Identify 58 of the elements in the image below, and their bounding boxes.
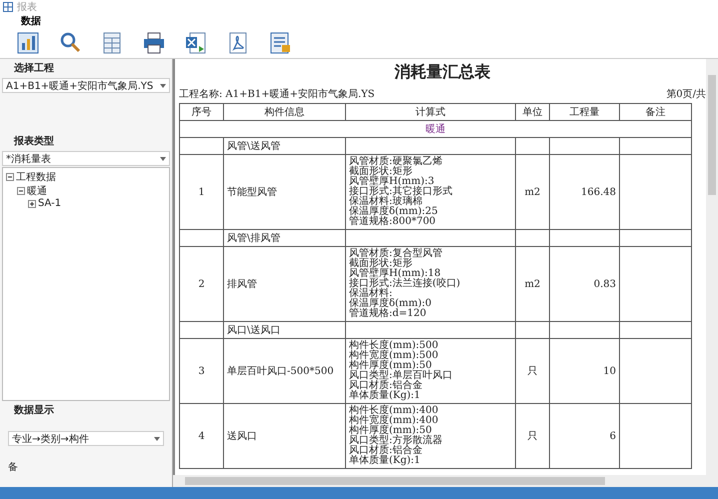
chart-icon[interactable] — [16, 31, 40, 55]
table-cell: m2 — [516, 246, 550, 322]
column-header: 工程量 — [550, 104, 620, 120]
page-info: 第0页/共 — [666, 88, 706, 101]
table-cell: 节能型风管 — [224, 154, 346, 230]
note-text: 备 — [7, 461, 19, 475]
table-cell: 3 — [180, 338, 224, 404]
table-cell: 1 — [180, 154, 224, 230]
section-header: 选择工程 — [13, 62, 55, 76]
table-cell: 6 — [550, 404, 620, 468]
table-cell: 排风管 — [224, 246, 346, 322]
horizontal-scrollbar[interactable] — [173, 475, 718, 487]
table-cell: 构件长度(mm):500 构件宽度(mm):500 构件厚度(mm):50 风口类型:单层百叶风口 风口材质:铝合金 单体质量(Kg):1 — [346, 338, 516, 404]
table-cell: 4 — [180, 404, 224, 468]
table-cell: 只 — [516, 404, 550, 468]
ribbon-tab[interactable]: 数据 — [18, 14, 44, 28]
table-cell: 送风口 — [224, 404, 346, 468]
table-cell: 风口\送风口 — [224, 322, 346, 338]
table-cell: m2 — [516, 154, 550, 230]
tree-item[interactable]: 暖通 — [27, 184, 47, 198]
expand-icon[interactable] — [28, 200, 36, 208]
section-header: 数据显示 — [12, 404, 55, 418]
table-cell: 10 — [550, 338, 620, 404]
report-type-dropdown[interactable]: *消耗量表 — [2, 151, 170, 166]
report-title: 消耗量汇总表 — [394, 61, 492, 83]
dropdown-caret-icon — [160, 156, 166, 160]
table-cell: 风管材质:复合型风管 截面形状:矩形 风管壁厚H(mm):18 接口形式:法兰连接(咬口) 保温材料: 保温厚度δ(mm):0 管道规格:d=120 — [346, 246, 516, 322]
section-header: 报表类型 — [12, 134, 55, 149]
display-dropdown[interactable]: 专业→类别→构件 — [8, 431, 164, 446]
printer-icon[interactable] — [142, 31, 166, 55]
vertical-scrollbar[interactable] — [706, 59, 718, 475]
table-cell: 2 — [180, 246, 224, 322]
table-cell: 0.83 — [550, 246, 620, 322]
table-cell: 构件长度(mm):400 构件宽度(mm):400 构件厚度(mm):50 风口类型:方形散流器 风口材质:铝合金 单体质量(Kg):1 — [346, 404, 516, 468]
table-cell: 风管材质:硬聚氯乙烯 截面形状:矩形 风管壁厚H(mm):3 接口形式:其它接口形式 保温材料:玻璃棉 保温厚度δ(mm):25 管道规格:800*700 — [346, 154, 516, 230]
project-dropdown[interactable]: A1+B1+暖通+安阳市气象局.YS — [2, 78, 170, 93]
table-cell: 风管\送风管 — [224, 138, 346, 154]
tree-item[interactable]: SA-1 — [38, 198, 62, 209]
report-icon[interactable] — [268, 31, 292, 55]
tree-item[interactable]: 工程数据 — [16, 170, 56, 184]
search-icon[interactable] — [58, 31, 82, 55]
table-cell: 暖通 — [180, 120, 692, 138]
table-cell: 风管\排风管 — [224, 230, 346, 246]
project-name: 工程名称: A1+B1+暖通+安阳市气象局.YS — [179, 88, 375, 101]
collapse-icon[interactable] — [6, 173, 14, 181]
window-title: 报表 — [17, 0, 37, 14]
column-header: 备注 — [620, 104, 692, 120]
grid-icon — [3, 2, 13, 12]
collapse-icon[interactable] — [17, 187, 25, 195]
column-header: 单位 — [516, 104, 550, 120]
dropdown-caret-icon — [154, 436, 160, 440]
table-cell: 只 — [516, 338, 550, 404]
table-cell: 166.48 — [550, 154, 620, 230]
dropdown-caret-icon — [160, 84, 166, 88]
column-header: 计算式 — [346, 104, 516, 120]
table-cell: 单层百叶风口-500*500 — [224, 338, 346, 404]
column-header: 构件信息 — [224, 104, 346, 120]
column-header: 序号 — [180, 104, 224, 120]
